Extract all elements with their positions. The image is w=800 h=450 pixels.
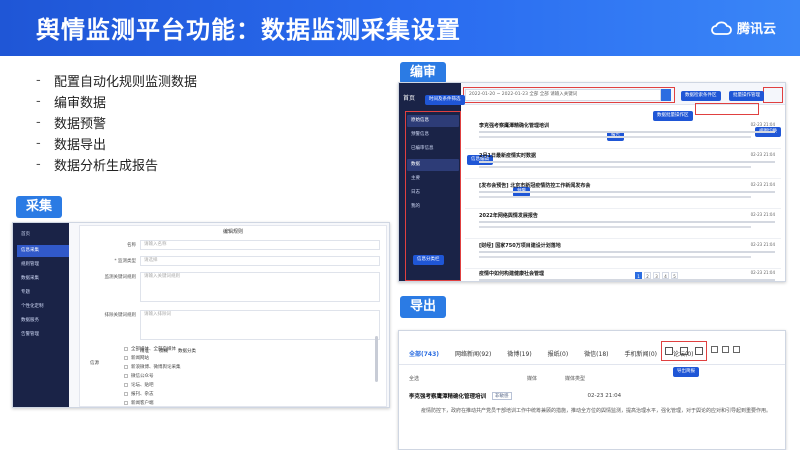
editor-list: 李克强考察鹰潭精确化管理培训 02-23 21:04 2月1日最新疫情实时数据 02… bbox=[463, 107, 783, 281]
table-row[interactable]: [发布会预告] 北京市新冠疫情防控工作新闻发布会 02-23 21:04 bbox=[465, 179, 781, 209]
row-title[interactable]: 李克强考察鹰潭精确化管理培训 bbox=[409, 392, 486, 400]
export-header-row: 全选 媒体 媒体类型 bbox=[409, 371, 785, 385]
callout-data-center: 信息分类栏 bbox=[413, 255, 444, 265]
scrollbar[interactable] bbox=[375, 336, 378, 382]
highlight-box bbox=[463, 87, 675, 103]
collect-sidebar: 首页 信息采集 规则管理 数据采集 专题 个性化定制 数据服务 告警管理 bbox=[13, 223, 69, 407]
list-item[interactable]: 新闻客户端 bbox=[124, 398, 181, 407]
page-button[interactable]: 2 bbox=[644, 272, 651, 279]
form-field: 排除关键词规则 请输入排除词 bbox=[84, 310, 380, 340]
delete-icon[interactable] bbox=[722, 346, 729, 353]
export-screenshot: 全部(743) 网络新闻(92) 微博(19) 报纸(0) 微信(18) 手机新… bbox=[398, 330, 786, 450]
callout-info-filter: 数据检索条件区 bbox=[681, 91, 721, 101]
export-tools bbox=[661, 341, 707, 361]
form-field: 监测关键词规则 请输入关键词规则 bbox=[84, 272, 380, 302]
table-row[interactable]: 疫情中如何构建健康社会管理 02-23 21:04 bbox=[465, 267, 781, 281]
table-row[interactable]: 2022年网络舆情发展报告 02-23 21:04 bbox=[465, 209, 781, 239]
tab-paper[interactable]: 报纸(0) bbox=[548, 349, 569, 358]
rule-modal: 编辑规则 名称 请输入名称 * 监测类型 请选择 监测关键词规则 请输入关键词规则 排… bbox=[79, 225, 387, 407]
tab-all[interactable]: 全部(743) bbox=[409, 349, 439, 358]
editor-screenshot: 首页 原始信息 预警信息 已编审信息 数据 主要 日志 我的 2022-01-2… bbox=[398, 82, 786, 282]
feature-list: - 配置自动化规则监测数据 - 编审数据 - 数据预警 - 数据导出 - 数据分析生成报告 bbox=[36, 70, 197, 175]
form-field: 名称 请输入名称 bbox=[84, 240, 380, 252]
tab-news[interactable]: 网络新闻(92) bbox=[455, 349, 491, 358]
list-item[interactable]: 报刊、杂志 bbox=[124, 389, 181, 398]
grid-icon[interactable] bbox=[733, 346, 740, 353]
status-badge: 非敏感 bbox=[492, 392, 512, 400]
checkbox-icon bbox=[124, 400, 128, 405]
list-item: - 编审数据 bbox=[36, 94, 107, 111]
page-button[interactable]: 4 bbox=[662, 272, 669, 279]
brand-name: 腾讯云 bbox=[736, 22, 776, 37]
source-label: 信源 bbox=[90, 361, 99, 366]
table-row[interactable]: 2月1日最新疫情实时数据 02-23 21:04 bbox=[465, 149, 781, 179]
collect-main: 编辑规则 名称 请输入名称 * 监测类型 请选择 监测关键词规则 请输入关键词规则 排… bbox=[69, 223, 389, 407]
callout-time-filter: 时间及条件筛选 bbox=[425, 95, 465, 105]
page-button[interactable]: 3 bbox=[653, 272, 660, 279]
exclude-input[interactable]: 请输入排除词 bbox=[140, 310, 380, 340]
cloud-logo-icon bbox=[711, 21, 732, 35]
checkbox-icon bbox=[124, 346, 128, 351]
tab-weibo[interactable]: 微博(19) bbox=[507, 349, 531, 358]
checkbox-icon bbox=[124, 355, 128, 360]
select-all-checkbox[interactable]: 全选 bbox=[409, 375, 419, 382]
checkbox-icon bbox=[124, 382, 128, 387]
list-item[interactable]: 全部媒体、全部自媒体 bbox=[124, 344, 181, 353]
tag-edit: 编审 bbox=[400, 62, 447, 84]
list-item: - 数据导出 bbox=[36, 136, 107, 153]
sidebar-item[interactable]: 个性化定制 bbox=[17, 301, 69, 313]
checkbox-icon bbox=[124, 373, 128, 378]
sidebar-item[interactable]: 告警管理 bbox=[17, 329, 69, 341]
callout-batch-mgmt: 批量操作管理 bbox=[729, 91, 764, 101]
tab-wechat[interactable]: 微信(18) bbox=[584, 349, 608, 358]
list-item: - 配置自动化规则监测数据 bbox=[36, 73, 198, 90]
row-summary: 疫情防控下，政府在推动共产党员干部培训工作中统筹兼顾的措施，推动全方位的舆情监测… bbox=[421, 408, 772, 414]
list-item[interactable]: 微信公众号 bbox=[124, 371, 181, 380]
editor-sidebar: 首页 原始信息 预警信息 已编审信息 数据 主要 日志 我的 bbox=[399, 83, 461, 281]
sidebar-item[interactable]: 首页 bbox=[17, 229, 69, 241]
tag-export: 导出 bbox=[400, 296, 447, 318]
page-button[interactable]: 5 bbox=[671, 272, 678, 279]
export-icon[interactable] bbox=[679, 347, 688, 355]
list-item[interactable]: 新浪微博、微博舆论采集 bbox=[124, 362, 181, 371]
table-row[interactable]: 李克强考察鹰潭精确化管理培训 非敏感 02-23 21:04 bbox=[409, 389, 785, 403]
sidebar-item[interactable]: 数据服务 bbox=[17, 315, 69, 327]
col-source: 媒体 bbox=[527, 375, 538, 382]
checkbox-icon bbox=[124, 391, 128, 396]
sidebar-item[interactable]: 专题 bbox=[17, 287, 69, 299]
page-button[interactable]: 1 bbox=[635, 272, 642, 279]
checkbox-icon bbox=[124, 364, 128, 369]
tab-mobile[interactable]: 手机新闻(0) bbox=[625, 349, 658, 358]
sidebar-item[interactable]: 规则管理 bbox=[17, 259, 69, 271]
tag-collect: 采集 bbox=[16, 196, 63, 218]
list-item: - 数据分析生成报告 bbox=[36, 157, 159, 174]
editor-logo: 首页 bbox=[403, 95, 416, 102]
modal-title: 编辑规则 bbox=[222, 229, 243, 235]
tab-category[interactable]: 数据分类 bbox=[178, 348, 196, 354]
collect-screenshot: 首页 信息采集 规则管理 数据采集 专题 个性化定制 数据服务 告警管理 编辑规… bbox=[12, 222, 390, 408]
name-input[interactable]: 请输入名称 bbox=[140, 240, 380, 250]
source-list: 全部媒体、全部自媒体 新闻网站 新浪微博、微博舆论采集 微信公众号 论坛、贴吧 … bbox=[124, 344, 181, 407]
export-side-tools bbox=[711, 346, 740, 353]
header-banner: 舆情监测平台功能：数据监测采集设置 腾讯云 bbox=[0, 0, 800, 56]
list-item: - 数据预警 bbox=[36, 115, 107, 132]
report-icon[interactable] bbox=[694, 347, 703, 355]
sidebar-item[interactable]: 数据采集 bbox=[17, 273, 69, 285]
page-title: 舆情监测平台功能：数据监测采集设置 bbox=[36, 16, 461, 44]
brand-logo: 腾讯云 bbox=[710, 18, 776, 37]
table-row[interactable]: 李克强考察鹰潭精确化管理培训 02-23 21:04 bbox=[465, 119, 781, 149]
table-row[interactable]: [财经] 国家750万项目建设计划落地 02-23 21:04 bbox=[465, 239, 781, 269]
list-item[interactable]: 新闻网站 bbox=[124, 353, 181, 362]
keyword-input[interactable]: 请输入关键词规则 bbox=[140, 272, 380, 302]
col-type: 媒体类型 bbox=[565, 375, 586, 382]
download-icon[interactable] bbox=[665, 347, 674, 355]
row-time: 02-23 21:04 bbox=[587, 393, 622, 399]
highlight-box bbox=[763, 87, 783, 103]
type-select[interactable]: 请选择 bbox=[140, 256, 380, 266]
sidebar-item[interactable]: 信息采集 bbox=[17, 245, 69, 257]
list-item[interactable]: 论坛、贴吧 bbox=[124, 380, 181, 389]
form-field: * 监测类型 请选择 bbox=[84, 256, 380, 268]
pagination: 1 2 3 4 5 bbox=[635, 272, 678, 279]
edit-icon[interactable] bbox=[711, 346, 718, 353]
